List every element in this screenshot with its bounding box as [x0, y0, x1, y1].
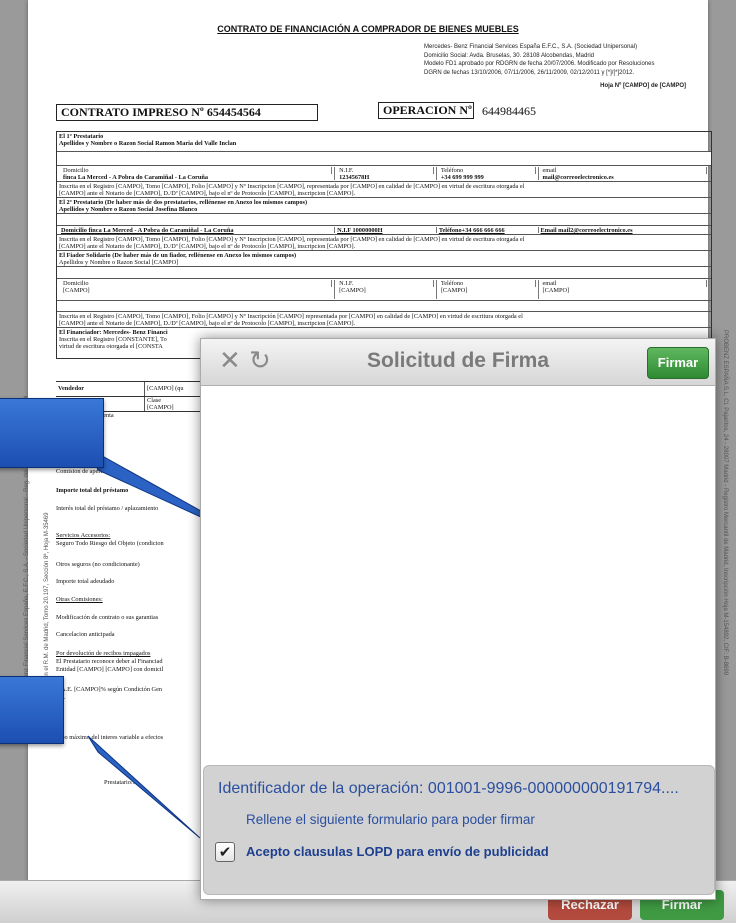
signature-area[interactable] [201, 386, 715, 764]
sign-button[interactable]: Firmar [647, 347, 709, 379]
dialog-header: ✕ ↻ Solicitud de Firma Firmar [201, 339, 715, 386]
callout-bubble [0, 676, 64, 744]
callout-tail-2 [87, 735, 201, 839]
signature-dialog: ✕ ↻ Solicitud de Firma Firmar Identifica… [200, 338, 716, 900]
form-instruction: Rellene el siguiente formulario para pod… [246, 812, 535, 827]
callout-bubble [0, 398, 104, 468]
signature-form: Identificador de la operación: 001001-99… [203, 765, 715, 895]
operation-id: Identificador de la operación: 001001-99… [218, 780, 679, 797]
lopd-checkbox[interactable]: ✔ [215, 842, 235, 862]
lopd-label[interactable]: Acepto clausulas LOPD para envío de publ… [246, 844, 549, 859]
dialog-title: Solicitud de Firma [366, 349, 550, 372]
